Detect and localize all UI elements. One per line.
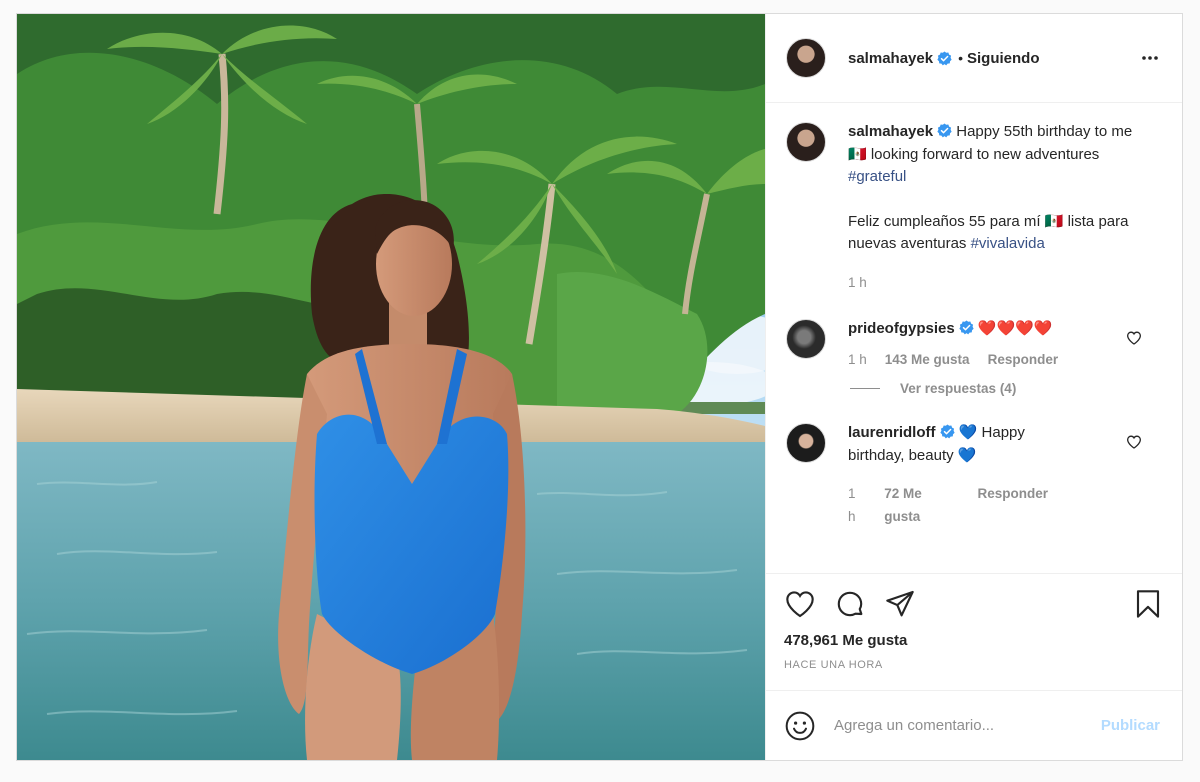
reply-button[interactable]: Responder [977,483,1048,528]
following-button[interactable]: Siguiendo [967,50,1040,67]
view-replies-button[interactable]: Ver respuestas (4) [850,381,1162,396]
post-timestamp[interactable]: HACE UNA HORA [784,659,1164,671]
blue-heart-icon: 💙 [958,424,978,441]
commenter-avatar[interactable] [786,319,826,359]
comment-item: prideofgypsies ❤️❤️❤️❤️ 1 h 143 Me gusta… [786,318,1162,371]
verified-badge-icon [937,50,952,65]
verified-badge-icon [959,320,974,335]
share-send-icon[interactable] [884,588,916,620]
commenter-username[interactable]: prideofgypsies [848,320,955,337]
view-replies-label[interactable]: Ver respuestas (4) [900,381,1016,396]
comment-body: prideofgypsies ❤️❤️❤️❤️ 1 h 143 Me gusta… [848,318,1138,371]
caption-avatar[interactable] [786,122,826,162]
commenter-username[interactable]: laurenridloff [848,424,936,441]
commenter-avatar[interactable] [786,423,826,463]
action-icons [784,588,1164,620]
reply-button[interactable]: Responder [988,349,1059,372]
comment-input[interactable] [834,717,1101,734]
caption-username[interactable]: salmahayek [848,123,933,140]
comment-body: laurenridloff 💙 Happy birthday, beauty 💙… [848,422,1048,528]
author-avatar[interactable] [786,38,826,78]
beach-photo-illustration [17,14,765,760]
instagram-post: salmahayek • Siguiendo salmahayek Happy … [16,13,1183,761]
blue-heart-icon: 💙 [957,446,977,464]
author-username[interactable]: salmahayek [848,50,933,67]
more-options-icon[interactable] [1140,48,1160,68]
post-side-panel: salmahayek • Siguiendo salmahayek Happy … [765,14,1182,760]
like-comment-heart-icon[interactable] [1126,434,1142,450]
like-comment-heart-icon[interactable] [1126,330,1142,346]
verified-badge-icon [937,123,952,138]
comments-list[interactable]: salmahayek Happy 55th birthday to me 🇲🇽 … [766,103,1182,573]
post-photo[interactable] [17,14,765,760]
verified-badge-icon [939,424,955,439]
caption-meta: 1 h [848,272,1138,295]
comment-likes[interactable]: 143 Me gusta [885,349,970,372]
caption-time[interactable]: 1 h [848,272,867,295]
post-actions: 478,961 Me gusta HACE UNA HORA [766,573,1182,690]
comment-time[interactable]: 1 h [848,349,867,372]
caption: salmahayek Happy 55th birthday to me 🇲🇽 … [786,121,1162,294]
comment-meta: 1 h 72 Me gusta Responder [848,483,1048,528]
hashtag-grateful[interactable]: #grateful [848,168,906,185]
bookmark-icon[interactable] [1132,588,1164,620]
comment-bubble-icon[interactable] [834,588,866,620]
comment-item: laurenridloff 💙 Happy birthday, beauty 💙… [786,422,1162,528]
emoji-smiley-icon[interactable] [784,710,816,742]
likes-count[interactable]: 478,961 Me gusta [784,632,1164,649]
replies-line [850,388,880,389]
post-header: salmahayek • Siguiendo [766,14,1182,103]
header-separator: • [958,50,963,66]
comment-text: ❤️❤️❤️❤️ [977,320,1053,337]
hashtag-vivalavida[interactable]: #vivalavida [971,235,1045,252]
comment-time[interactable]: 1 h [848,483,866,528]
caption-body: salmahayek Happy 55th birthday to me 🇲🇽 … [848,121,1138,294]
comment-composer: Publicar [766,690,1182,760]
comment-meta: 1 h 143 Me gusta Responder [848,349,1138,372]
like-heart-icon[interactable] [784,588,816,620]
comment-likes[interactable]: 72 Me gusta [884,483,959,528]
publish-button[interactable]: Publicar [1101,717,1160,734]
